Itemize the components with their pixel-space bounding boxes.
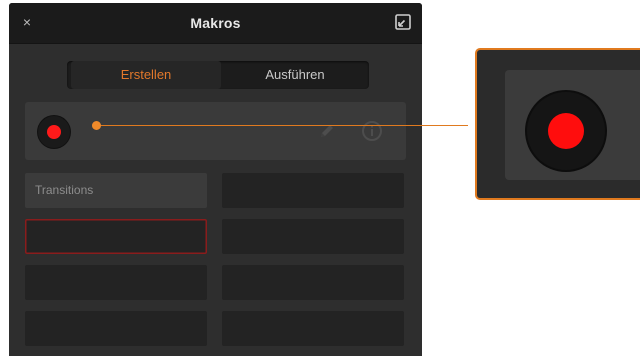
tab-ausfuehren[interactable]: Ausführen [221,61,369,89]
macros-panel: × Makros Erstellen Ausführen Transitions [9,3,422,356]
record-button[interactable] [38,116,70,148]
record-row [25,102,406,160]
panel-title: Makros [190,15,241,31]
tab-erstellen[interactable]: Erstellen [71,61,221,89]
info-icon[interactable] [360,119,384,143]
zoomed-record-button [527,92,605,170]
macro-slot[interactable] [25,311,207,346]
macro-slot[interactable] [222,265,404,300]
macro-slot[interactable] [222,173,404,208]
macro-slot[interactable] [222,219,404,254]
mode-tabs: Erstellen Ausführen [67,61,369,89]
pencil-icon[interactable] [316,120,338,142]
callout-anchor-dot [92,121,101,130]
macro-slot[interactable] [25,265,207,300]
title-bar: × Makros [9,3,422,44]
record-icon [47,125,61,139]
macro-slot-label: Transitions [35,183,94,197]
callout-connector-line [96,125,468,126]
macro-slot[interactable]: Transitions [25,173,207,208]
callout-zoom-box [475,48,640,200]
record-icon [548,113,584,149]
callout-zoom-inner [505,70,640,180]
macro-slot-selected[interactable] [25,219,207,254]
popout-window-icon[interactable] [395,14,411,30]
macro-slot[interactable] [222,311,404,346]
